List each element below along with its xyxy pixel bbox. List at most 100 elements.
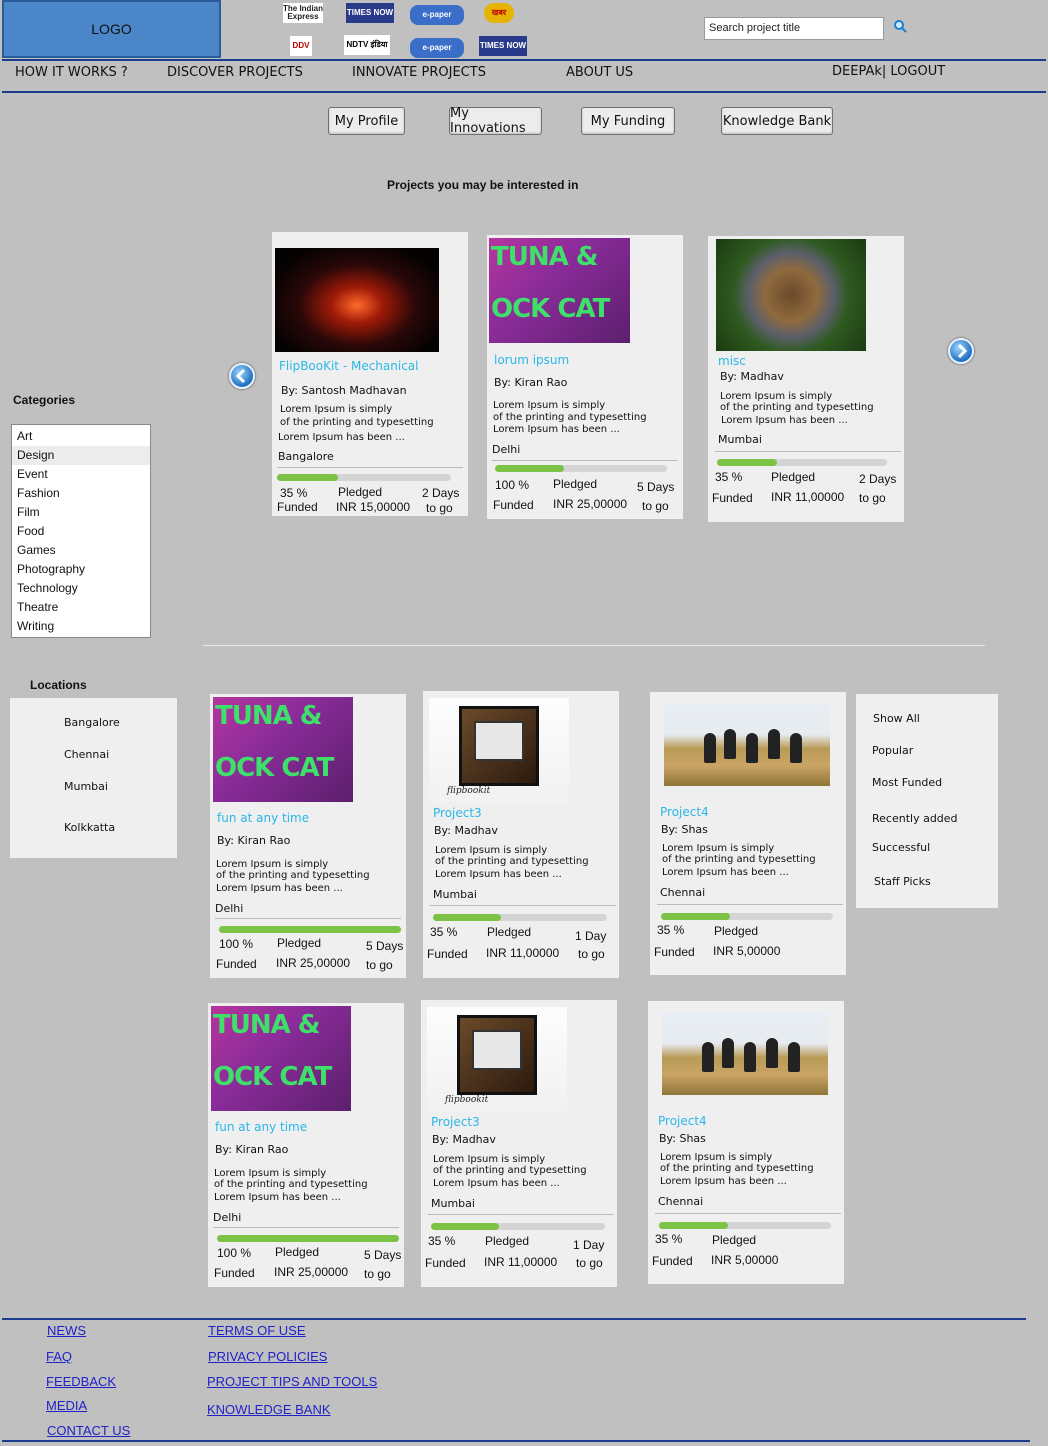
days-label: to go (366, 958, 393, 972)
filter-popular[interactable]: Popular (872, 744, 913, 757)
category-item[interactable]: Technology (12, 579, 150, 598)
search-input[interactable]: Search project title (704, 17, 884, 40)
image-art (474, 721, 524, 761)
funded-percent: 35 % (428, 1234, 456, 1248)
days-remaining: 1 Day (573, 1238, 605, 1252)
image-art (457, 1015, 537, 1095)
card-divider (430, 905, 616, 906)
project-title[interactable]: Project3 (433, 806, 482, 820)
project-image[interactable]: TUNA & OCK CAT (211, 1006, 351, 1111)
project-desc-line: Lorem Ipsum has been ... (435, 869, 562, 880)
filter-show-all[interactable]: Show All (873, 712, 920, 725)
category-item-selected[interactable]: Design (12, 446, 150, 465)
project-title[interactable]: Project4 (658, 1114, 707, 1128)
project-title[interactable]: misc (718, 354, 746, 368)
project-card[interactable]: flipbookit Project3 By: Madhav Lorem Ips… (421, 1000, 617, 1287)
footer-link-terms[interactable]: TERMS OF USE (208, 1323, 306, 1338)
pledged-amount: INR 11,00000 (771, 490, 845, 504)
filter-list: Show All Popular Most Funded Recently ad… (856, 694, 998, 908)
project-card[interactable]: TUNA & OCK CAT fun at any time By: Kiran … (208, 1003, 404, 1287)
category-item[interactable]: Fashion (12, 484, 150, 503)
project-title[interactable]: lorum ipsum (494, 353, 569, 367)
nav-user-logout[interactable]: DEEPAk| LOGOUT (832, 64, 945, 79)
site-logo[interactable]: LOGO (2, 0, 221, 58)
project-desc-line: Lorem Ipsum has been ... (662, 867, 789, 878)
footer-link-contact-us[interactable]: CONTACT US (47, 1423, 130, 1438)
pledged-label: Pledged (714, 924, 759, 938)
project-card[interactable]: Project4 By: Shas Lorem Ipsum is simply … (650, 692, 846, 975)
project-card[interactable]: Project4 By: Shas Lorem Ipsum is simply … (648, 1001, 844, 1284)
project-desc-line: of the printing and typesetting (660, 1163, 814, 1174)
search-icon[interactable] (893, 19, 907, 33)
category-item[interactable]: Theatre (12, 598, 150, 617)
project-title[interactable]: Project4 (660, 805, 709, 819)
ndtv-india-logo[interactable]: NDTV इंडिया (344, 35, 390, 55)
footer-link-project-tips[interactable]: PROJECT TIPS AND TOOLS (207, 1374, 377, 1389)
filter-staff-picks[interactable]: Staff Picks (874, 875, 931, 888)
project-image[interactable]: flipbookit (429, 698, 569, 803)
category-item[interactable]: Event (12, 465, 150, 484)
pledged-label: Pledged (275, 1245, 320, 1259)
nav-about-us[interactable]: ABOUT US (566, 65, 633, 80)
tab-knowledge-bank[interactable]: Knowledge Bank (721, 107, 833, 135)
days-remaining: 5 Days (637, 480, 675, 494)
nav-innovate-projects[interactable]: INNOVATE PROJECTS (352, 65, 486, 80)
carousel-prev-icon[interactable] (229, 363, 255, 389)
carousel-next-icon[interactable] (948, 338, 974, 364)
category-item[interactable]: Art (12, 427, 150, 446)
filter-recently-added[interactable]: Recently added (872, 812, 958, 825)
project-card[interactable]: flipbookit Project3 By: Madhav Lorem Ips… (423, 691, 619, 978)
location-item[interactable]: Bangalore (64, 716, 120, 729)
tv-logo[interactable]: खबर (484, 3, 514, 23)
project-desc-line: Lorem Ipsum has been ... (493, 424, 620, 435)
pledged-label: Pledged (553, 477, 598, 491)
filter-successful[interactable]: Successful (872, 841, 930, 854)
footer-link-privacy[interactable]: PRIVACY POLICIES (208, 1349, 327, 1364)
category-item[interactable]: Film (12, 503, 150, 522)
categories-list[interactable]: Art Design Event Fashion Film Food Games… (11, 424, 151, 638)
category-item[interactable]: Photography (12, 560, 150, 579)
project-image[interactable] (275, 248, 439, 352)
nav-discover-projects[interactable]: DISCOVER PROJECTS (167, 65, 303, 80)
location-item[interactable]: Mumbai (64, 780, 108, 793)
category-item[interactable]: Writing (12, 617, 150, 636)
location-item[interactable]: Kolkkatta (64, 821, 115, 834)
project-card[interactable]: TUNA & OCK CAT fun at any time By: Kiran … (210, 694, 406, 978)
project-image[interactable]: flipbookit (427, 1007, 567, 1112)
project-title[interactable]: fun at any time (215, 1120, 307, 1134)
location-item[interactable]: Chennai (64, 748, 109, 761)
footer-link-knowledge-bank[interactable]: KNOWLEDGE BANK (207, 1402, 331, 1417)
project-image[interactable]: TUNA & OCK CAT (489, 238, 630, 343)
project-image[interactable] (716, 239, 866, 351)
project-image[interactable] (662, 1012, 828, 1095)
pledged-amount: INR 5,00000 (713, 944, 781, 958)
project-image[interactable] (664, 703, 830, 786)
category-item[interactable]: Food (12, 522, 150, 541)
project-image[interactable]: TUNA & OCK CAT (213, 697, 353, 802)
tab-my-funding[interactable]: My Funding (581, 107, 675, 135)
project-location: Delhi (215, 902, 244, 915)
newspaper-logo[interactable]: The Indian Express (283, 3, 323, 23)
epaper-logo[interactable]: e-paper (410, 5, 464, 25)
ddv-logo[interactable]: DDV (290, 36, 312, 56)
project-card[interactable]: FlipBooKit - Mechanical By: Santosh Madh… (272, 232, 468, 516)
footer-link-media[interactable]: MEDIA (46, 1398, 87, 1413)
footer-link-faq[interactable]: FAQ (46, 1349, 72, 1364)
project-title[interactable]: fun at any time (217, 811, 309, 825)
nav-how-it-works[interactable]: HOW IT WORKS ? (15, 65, 128, 80)
image-art (704, 733, 716, 763)
times-now-logo[interactable]: TIMES NOW (346, 3, 394, 23)
filter-most-funded[interactable]: Most Funded (872, 776, 942, 789)
epaper-logo-2[interactable]: e-paper (410, 38, 464, 58)
project-title[interactable]: FlipBooKit - Mechanical (279, 359, 419, 373)
tab-my-profile[interactable]: My Profile (328, 107, 405, 135)
image-art: flipbookit (447, 786, 491, 796)
footer-link-news[interactable]: NEWS (47, 1323, 86, 1338)
tab-my-innovations[interactable]: My Innovations (449, 106, 542, 136)
footer-link-feedback[interactable]: FEEDBACK (46, 1374, 116, 1389)
project-card[interactable]: TUNA & OCK CAT lorum ipsum By: Kiran Rao … (487, 235, 683, 519)
times-now-logo-2[interactable]: TIMES NOW (479, 36, 527, 56)
project-card[interactable]: misc By: Madhav Lorem Ipsum is simply of… (708, 236, 904, 522)
project-title[interactable]: Project3 (431, 1115, 480, 1129)
category-item[interactable]: Games (12, 541, 150, 560)
